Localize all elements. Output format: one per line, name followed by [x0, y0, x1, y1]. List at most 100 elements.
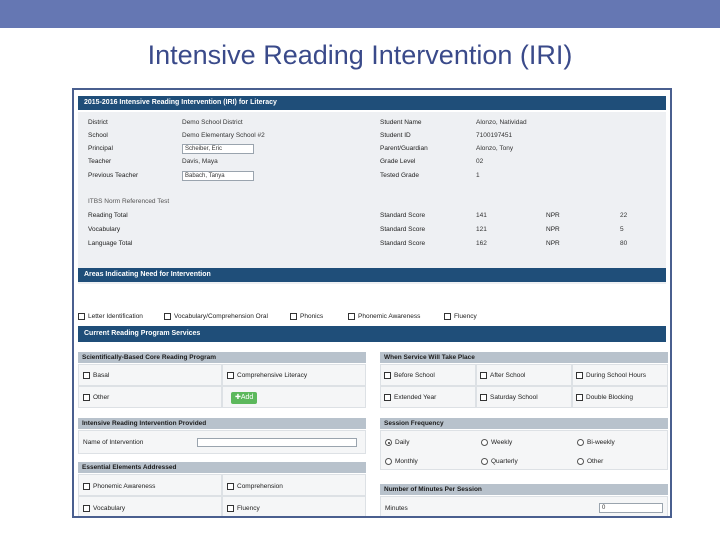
frequency-radio[interactable]: Quarterly: [481, 458, 518, 465]
score-row-label: Reading Total: [88, 212, 128, 219]
area-checkbox[interactable]: Phonemic Awareness: [348, 313, 420, 320]
score-row-label: Vocabulary: [88, 226, 121, 233]
principal-field[interactable]: Scheiber, Eric: [182, 144, 254, 154]
npr-value: 5: [620, 226, 624, 233]
checkbox-icon[interactable]: [164, 313, 171, 320]
checkbox-icon[interactable]: [227, 505, 234, 512]
checkbox-icon[interactable]: [444, 313, 451, 320]
teacher-value: Davis, Maya: [182, 158, 218, 165]
element-checkbox[interactable]: Comprehension: [227, 483, 283, 490]
element-label: Vocabulary: [93, 505, 126, 512]
area-checkbox[interactable]: Vocabulary/Comprehension Oral: [164, 313, 268, 320]
when-label: After School: [490, 372, 526, 379]
elements-title: Essential Elements Addressed: [82, 464, 177, 471]
add-program-button[interactable]: ✚Add: [231, 392, 258, 404]
checkbox-icon[interactable]: [83, 483, 90, 490]
radio-icon[interactable]: [385, 458, 392, 465]
program-checkbox[interactable]: Basal: [83, 372, 109, 379]
program-checkbox[interactable]: Other: [83, 394, 109, 401]
score-type-label: Standard Score: [380, 226, 426, 233]
radio-icon[interactable]: [481, 458, 488, 465]
radio-icon[interactable]: [577, 439, 584, 446]
iri-provided-cell: Name of Intervention: [78, 430, 366, 454]
checkbox-icon[interactable]: [348, 313, 355, 320]
school-value: Demo Elementary School #2: [182, 132, 265, 139]
radio-selected-icon[interactable]: [385, 439, 392, 446]
npr-value: 22: [620, 212, 628, 219]
grade-level-label: Grade Level: [380, 158, 416, 165]
frequency-radio[interactable]: Bi-weekly: [577, 439, 615, 446]
program-cell: Comprehensive Literacy: [222, 364, 366, 386]
intervention-name-input[interactable]: [197, 438, 357, 447]
when-checkbox[interactable]: Saturday School: [480, 394, 538, 401]
element-checkbox[interactable]: Vocabulary: [83, 505, 125, 512]
frequency-title: Session Frequency: [384, 420, 444, 427]
npr-label: NPR: [546, 212, 560, 219]
parent-value: Alonzo, Tony: [476, 145, 514, 152]
element-label: Fluency: [237, 505, 260, 512]
frequency-bar: Session Frequency: [380, 418, 668, 429]
current-services-title: Current Reading Program Services: [84, 330, 201, 337]
when-checkbox[interactable]: After School: [480, 372, 525, 379]
element-cell: Fluency: [222, 496, 366, 516]
checkbox-icon[interactable]: [83, 394, 90, 401]
checkbox-icon[interactable]: [384, 372, 391, 379]
tested-grade-label: Tested Grade: [380, 172, 420, 179]
frequency-radio[interactable]: Other: [577, 458, 603, 465]
when-checkbox[interactable]: During School Hours: [576, 372, 646, 379]
checkbox-icon[interactable]: [78, 313, 85, 320]
frequency-label: Monthly: [395, 458, 418, 465]
checkbox-icon[interactable]: [576, 394, 583, 401]
checkbox-icon[interactable]: [480, 394, 487, 401]
checkbox-icon[interactable]: [576, 372, 583, 379]
checkbox-icon[interactable]: [290, 313, 297, 320]
iri-provided-bar: Intensive Reading Intervention Provided: [78, 418, 366, 429]
program-label: Other: [93, 394, 110, 401]
program-checkbox[interactable]: Comprehensive Literacy: [227, 372, 307, 379]
previous-teacher-field[interactable]: Babach, Tanya: [182, 171, 254, 181]
when-checkbox[interactable]: Double Blocking: [576, 394, 633, 401]
areas-title: Areas Indicating Need for Intervention: [84, 271, 211, 278]
when-cell: Before School: [380, 364, 476, 386]
when-cell: Double Blocking: [572, 386, 668, 408]
element-checkbox[interactable]: Fluency: [227, 505, 260, 512]
radio-icon[interactable]: [481, 439, 488, 446]
parent-label: Parent/Guardian: [380, 145, 428, 152]
npr-label: NPR: [546, 240, 560, 247]
minutes-bar: Number of Minutes Per Session: [380, 484, 668, 495]
when-checkbox[interactable]: Extended Year: [384, 394, 436, 401]
checkbox-icon[interactable]: [83, 505, 90, 512]
frequency-radio[interactable]: Daily: [385, 439, 409, 446]
frequency-label: Quarterly: [491, 458, 518, 465]
score-value: 162: [476, 240, 487, 247]
checkbox-icon[interactable]: [227, 483, 234, 490]
elements-bar: Essential Elements Addressed: [78, 462, 366, 473]
radio-icon[interactable]: [577, 458, 584, 465]
checkbox-icon[interactable]: [384, 394, 391, 401]
minutes-label: Minutes: [385, 505, 408, 512]
area-label: Fluency: [454, 313, 477, 320]
itbs-section-label: ITBS Norm Referenced Test: [88, 198, 170, 205]
frequency-label: Bi-weekly: [587, 439, 615, 446]
checkbox-icon[interactable]: [227, 372, 234, 379]
frequency-radio[interactable]: Weekly: [481, 439, 512, 446]
when-cell: Saturday School: [476, 386, 572, 408]
area-checkbox[interactable]: Fluency: [444, 313, 477, 320]
area-label: Letter Identification: [88, 313, 143, 320]
element-cell: Comprehension: [222, 474, 366, 496]
area-checkbox[interactable]: Phonics: [290, 313, 323, 320]
element-checkbox[interactable]: Phonemic Awareness: [83, 483, 155, 490]
area-checkbox[interactable]: Letter Identification: [78, 313, 143, 320]
program-cell: Other: [78, 386, 222, 408]
checkbox-icon[interactable]: [480, 372, 487, 379]
when-label: Double Blocking: [586, 394, 633, 401]
when-checkbox[interactable]: Before School: [384, 372, 435, 379]
frequency-label: Other: [587, 458, 604, 465]
frequency-radio[interactable]: Monthly: [385, 458, 418, 465]
minutes-input[interactable]: 0: [599, 503, 663, 513]
iri-provided-title: Intensive Reading Intervention Provided: [82, 420, 207, 427]
principal-label: Principal: [88, 145, 113, 152]
checkbox-icon[interactable]: [83, 372, 90, 379]
top-accent-bar: [0, 0, 720, 28]
teacher-label: Teacher: [88, 158, 112, 165]
